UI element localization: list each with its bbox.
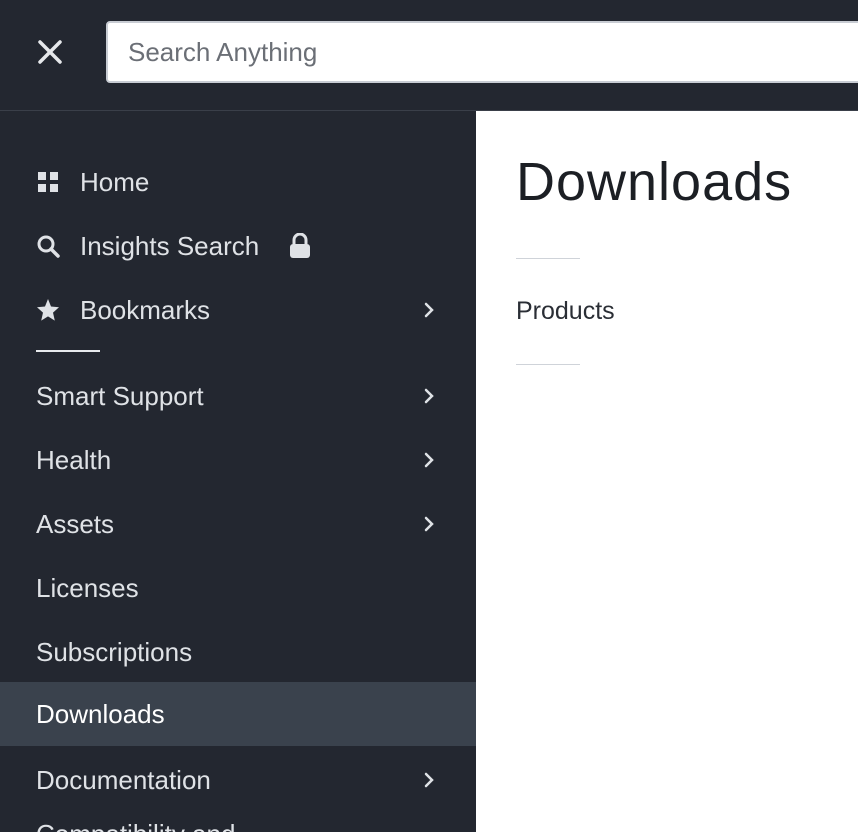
lock-icon: [289, 233, 311, 259]
grid-icon: [36, 170, 60, 194]
sidebar-item-label: Downloads: [36, 698, 165, 729]
sidebar-item-label: Compatibility and: [36, 819, 235, 832]
search-icon: [36, 234, 60, 258]
sidebar-item-licenses[interactable]: Licenses: [0, 556, 476, 620]
sidebar-item-home[interactable]: Home: [0, 150, 476, 214]
sidebar-item-insights-search[interactable]: Insights Search: [0, 214, 476, 278]
section-divider: [516, 258, 580, 259]
sidebar-item-label: Smart Support: [36, 380, 204, 411]
close-button[interactable]: [30, 32, 70, 72]
chevron-right-icon: [420, 301, 438, 319]
sidebar-item-downloads[interactable]: Downloads: [0, 682, 476, 746]
sidebar-item-bookmarks[interactable]: Bookmarks: [0, 278, 476, 342]
sidebar-item-label: Insights Search: [80, 230, 260, 261]
close-icon[interactable]: [37, 39, 63, 65]
sidebar-item-compatibility[interactable]: Compatibility and: [0, 802, 476, 832]
sidebar-nav: Home Insights Search Bookmarks Smart Sup…: [0, 111, 476, 832]
top-bar: [0, 0, 858, 111]
chevron-right-icon: [420, 451, 438, 469]
main-content: Downloads Products: [476, 111, 858, 832]
sidebar-item-label: Assets: [36, 508, 115, 539]
chevron-right-icon: [420, 771, 438, 789]
sidebar-item-label: Licenses: [36, 572, 139, 603]
sidebar-item-health[interactable]: Health: [0, 428, 476, 492]
sidebar-item-label: Documentation: [36, 764, 211, 795]
sidebar-item-subscriptions[interactable]: Subscriptions: [0, 620, 476, 684]
chevron-right-icon: [420, 515, 438, 533]
sidebar-item-label: Home: [80, 166, 150, 197]
sidebar-item-label: Bookmarks: [80, 294, 211, 325]
products-link[interactable]: Products: [516, 297, 615, 326]
search-input[interactable]: [108, 23, 858, 81]
sidebar-item-assets[interactable]: Assets: [0, 492, 476, 556]
star-icon: [36, 298, 60, 322]
sidebar-item-label: Subscriptions: [36, 636, 193, 667]
search-box[interactable]: [106, 21, 858, 83]
chevron-right-icon: [420, 387, 438, 405]
sidebar-item-smart-support[interactable]: Smart Support: [0, 364, 476, 428]
sidebar-item-label: Health: [36, 444, 112, 475]
sidebar-divider: [36, 350, 100, 352]
section-divider: [516, 364, 580, 365]
page-title: Downloads: [516, 152, 793, 212]
